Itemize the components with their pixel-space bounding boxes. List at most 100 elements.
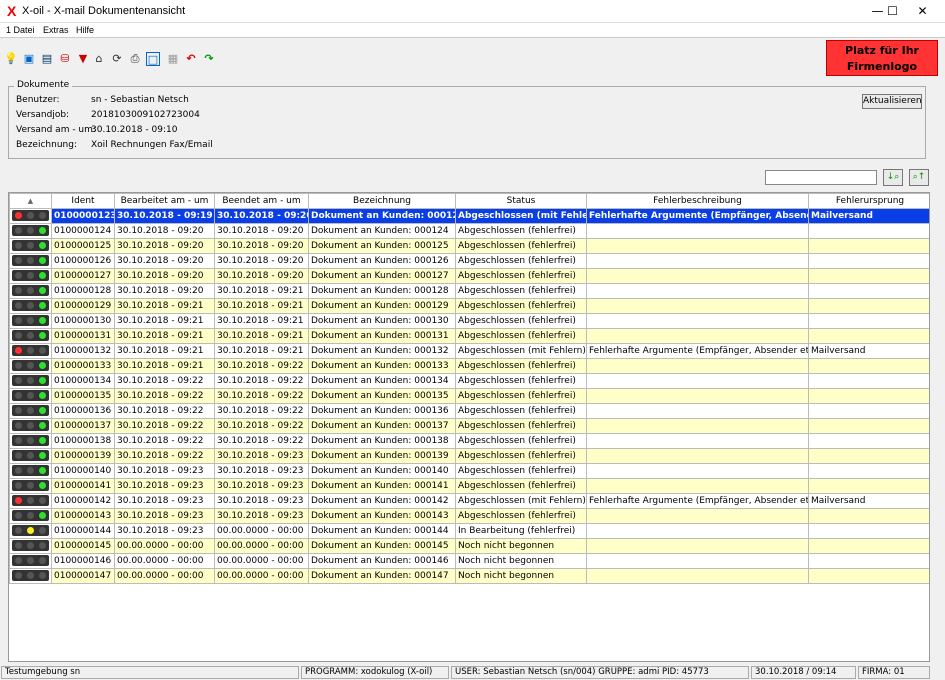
table-row[interactable]: 0100000137 30.10.2018 - 09:22 30.10.2018 -… [9, 418, 929, 434]
cell-status: Noch nicht begonnen [455, 553, 587, 569]
lightbulb-icon[interactable]: 💡 [4, 52, 18, 66]
table-row[interactable]: 0100000128 30.10.2018 - 09:20 30.10.2018 -… [9, 283, 929, 299]
table-row[interactable]: 0100000134 30.10.2018 - 09:22 30.10.2018 -… [9, 373, 929, 389]
table-row[interactable]: 0100000139 30.10.2018 - 09:22 30.10.2018 -… [9, 448, 929, 464]
traffic-light-dot [15, 451, 22, 459]
traffic-light-dot [15, 436, 22, 444]
traffic-light-dot [39, 466, 46, 474]
traffic-light-dot [39, 406, 46, 414]
close-button[interactable]: ✕ [900, 0, 945, 23]
traffic-light-icon [12, 329, 49, 341]
refresh-icon[interactable]: ⟳ [110, 52, 124, 66]
column-header-bearbeitet[interactable]: Bearbeitet am - um [114, 193, 215, 209]
filter-icon[interactable]: ▼ [76, 52, 90, 66]
status-bar: Testumgebung sn PROGRAMM: xodokulog (X-o… [0, 665, 945, 680]
table-row[interactable]: 0100000127 30.10.2018 - 09:20 30.10.2018 -… [9, 268, 929, 284]
table-row[interactable]: 0100000141 30.10.2018 - 09:23 30.10.2018 -… [9, 478, 929, 494]
undo-icon[interactable]: ↶ [184, 52, 198, 66]
cell-fehlerursprung [808, 553, 929, 569]
window-icon[interactable]: □ [146, 52, 160, 66]
save-icon[interactable]: ▦ [166, 52, 180, 66]
traffic-light-cell [9, 283, 52, 299]
cell-fehlerbeschreibung: Fehlerhafte Argumente (Empfänger, Absend… [586, 343, 809, 359]
menu-datei[interactable]: 1 Datei [6, 25, 35, 35]
menu-hilfe[interactable]: Hilfe [76, 25, 94, 35]
table-row[interactable]: 0100000131 30.10.2018 - 09:21 30.10.2018 -… [9, 328, 929, 344]
traffic-light-cell [9, 418, 52, 434]
table-row[interactable]: 0100000140 30.10.2018 - 09:23 30.10.2018 -… [9, 463, 929, 479]
traffic-light-dot [27, 346, 34, 354]
status-environment: Testumgebung sn [1, 666, 299, 679]
home-icon[interactable]: ⌂ [92, 52, 106, 66]
traffic-light-dot [27, 496, 34, 504]
print-icon[interactable]: ⎙ [128, 52, 142, 66]
cell-fehlerursprung [808, 238, 929, 254]
cell-bezeichnung: Dokument an Kunden: 000143 [308, 508, 456, 524]
traffic-light-cell [9, 538, 52, 554]
cell-status: Abgeschlossen (fehlerfrei) [455, 418, 587, 434]
cell-bezeichnung: Dokument an Kunden: 000147 [308, 568, 456, 584]
column-header-fehlerbeschreibung[interactable]: Fehlerbeschreibung [586, 193, 809, 209]
database-icon[interactable]: ⛁ [58, 52, 72, 66]
table-row[interactable]: 0100000145 00.00.0000 - 00:00 00.00.0000 -… [9, 538, 929, 554]
table-row[interactable]: 0100000126 30.10.2018 - 09:20 30.10.2018 -… [9, 253, 929, 269]
traffic-light-icon [12, 494, 49, 506]
traffic-light-dot [27, 241, 34, 249]
table-row[interactable]: 0100000129 30.10.2018 - 09:21 30.10.2018 -… [9, 298, 929, 314]
search-up-button[interactable]: ⌕↑ [909, 169, 929, 186]
table-row[interactable]: 0100000138 30.10.2018 - 09:22 30.10.2018 -… [9, 433, 929, 449]
company-logo-placeholder: Platz für Ihr Firmenlogo [826, 40, 938, 76]
table-row[interactable]: 0100000130 30.10.2018 - 09:21 30.10.2018 -… [9, 313, 929, 329]
traffic-light-dot [27, 466, 34, 474]
traffic-light-dot [15, 541, 22, 549]
table-row[interactable]: 0100000143 30.10.2018 - 09:23 30.10.2018 -… [9, 508, 929, 524]
traffic-light-icon [12, 374, 49, 386]
column-header-sort[interactable]: ▲ [9, 193, 52, 209]
column-header-bezeichnung[interactable]: Bezeichnung [308, 193, 456, 209]
search-input[interactable] [765, 170, 877, 185]
cell-beendet: 30.10.2018 - 09:20 [214, 208, 309, 224]
traffic-light-dot [15, 316, 22, 324]
redo-icon[interactable]: ↷ [202, 52, 216, 66]
menu-extras[interactable]: Extras [43, 25, 69, 35]
column-header-status[interactable]: Status [455, 193, 587, 209]
traffic-light-dot [15, 421, 22, 429]
cell-fehlerursprung [808, 253, 929, 269]
cell-status: Abgeschlossen (mit Fehlern) [455, 493, 587, 509]
traffic-light-dot [27, 451, 34, 459]
column-header-beendet[interactable]: Beendet am - um [214, 193, 309, 209]
table-row[interactable]: 0100000147 00.00.0000 - 00:00 00.00.0000 -… [9, 568, 929, 584]
bezeichnung-value: Xoil Rechnungen Fax/Email [91, 140, 213, 150]
table-row[interactable]: 0100000142 30.10.2018 - 09:23 30.10.2018 -… [9, 493, 929, 509]
table-row[interactable]: 0100000123 30.10.2018 - 09:19 30.10.2018 -… [9, 208, 929, 224]
traffic-light-icon [12, 464, 49, 476]
table-row[interactable]: 0100000124 30.10.2018 - 09:20 30.10.2018 -… [9, 223, 929, 239]
table-row[interactable]: 0100000146 00.00.0000 - 00:00 00.00.0000 -… [9, 553, 929, 569]
traffic-light-cell [9, 508, 52, 524]
table-row[interactable]: 0100000133 30.10.2018 - 09:21 30.10.2018 -… [9, 358, 929, 374]
traffic-light-cell [9, 343, 52, 359]
window-title: X-oil - X-mail Dokumentenansicht [22, 5, 186, 17]
cell-status: Abgeschlossen (fehlerfrei) [455, 508, 587, 524]
cell-ident: 0100000144 [51, 523, 115, 539]
refresh-button[interactable]: Aktualisieren [862, 94, 922, 109]
cell-bearbeitet: 30.10.2018 - 09:23 [114, 463, 215, 479]
cell-fehlerursprung [808, 508, 929, 524]
cell-beendet: 30.10.2018 - 09:23 [214, 448, 309, 464]
table-row[interactable]: 0100000144 30.10.2018 - 09:23 00.00.0000 -… [9, 523, 929, 539]
table-row[interactable]: 0100000136 30.10.2018 - 09:22 30.10.2018 -… [9, 403, 929, 419]
cell-beendet: 30.10.2018 - 09:21 [214, 283, 309, 299]
cell-fehlerursprung [808, 298, 929, 314]
cell-fehlerursprung [808, 433, 929, 449]
column-header-ident[interactable]: Ident [51, 193, 115, 209]
table-row[interactable]: 0100000135 30.10.2018 - 09:22 30.10.2018 -… [9, 388, 929, 404]
column-header-fehlerursprung[interactable]: Fehlerursprung [808, 193, 929, 209]
versandjob-label: Versandjob: [16, 110, 70, 120]
table-row[interactable]: 0100000132 30.10.2018 - 09:21 30.10.2018 -… [9, 343, 929, 359]
traffic-light-dot [39, 286, 46, 294]
book-icon[interactable]: ▤ [40, 52, 54, 66]
comment-icon[interactable]: ▣ [22, 52, 36, 66]
table-row[interactable]: 0100000125 30.10.2018 - 09:20 30.10.2018 -… [9, 238, 929, 254]
cell-bearbeitet: 30.10.2018 - 09:19 [114, 208, 215, 224]
search-down-button[interactable]: ↓⌕ [883, 169, 903, 186]
